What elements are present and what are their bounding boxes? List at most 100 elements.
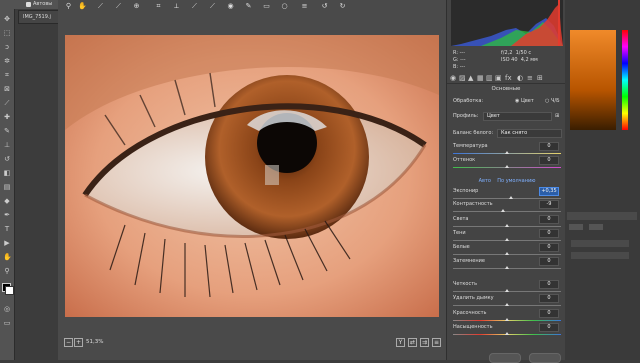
slider-thumb[interactable] <box>505 224 509 227</box>
slider-thumb[interactable] <box>500 209 505 212</box>
slider-temperature: Температура 0 <box>453 142 561 154</box>
slider-whites: Белые 0 <box>453 243 561 255</box>
adjustment-brush-icon[interactable]: ✎ <box>244 2 253 11</box>
swap-icon[interactable]: ⇄ <box>408 338 417 347</box>
graduated-filter-icon[interactable]: ▭ <box>262 2 271 11</box>
tab-snapshots-icon[interactable]: ⊞ <box>537 74 543 82</box>
slider-thumb[interactable] <box>505 318 509 321</box>
tab-presets-icon[interactable]: ≡ <box>527 74 533 82</box>
slider-label: Четкость <box>453 281 478 287</box>
slider-value[interactable]: 0 <box>539 257 559 266</box>
slider-thumb[interactable] <box>505 165 509 168</box>
slider-value[interactable]: -9 <box>539 200 559 209</box>
tab-lens-icon[interactable]: ▣ <box>495 74 502 82</box>
spot-removal-icon[interactable]: ⟋ <box>208 2 217 11</box>
brush-tool-icon[interactable]: ✎ <box>3 127 11 135</box>
zoom-in-button[interactable]: + <box>74 338 83 347</box>
zoom-level[interactable]: 51,3% <box>86 338 103 346</box>
crop-tool-icon[interactable]: ⌗ <box>3 71 11 79</box>
tab-calibration-icon[interactable]: ◐ <box>517 74 523 82</box>
tab-split-icon[interactable]: ▥ <box>486 74 493 82</box>
slider-track[interactable] <box>453 198 561 199</box>
zoom-out-button[interactable]: − <box>64 338 73 347</box>
history-brush-icon[interactable]: ↺ <box>3 155 11 163</box>
slider-dehaze: Удалить дымку 0 <box>453 294 561 306</box>
quick-mask-icon[interactable]: ◎ <box>3 305 11 313</box>
blur-tool-icon[interactable]: ◆ <box>3 197 11 205</box>
copy-settings-icon[interactable]: ⇉ <box>420 338 429 347</box>
radio-color-label: Цвет <box>520 98 534 104</box>
slider-value[interactable]: 0 <box>539 142 559 151</box>
hand-icon[interactable]: ✋ <box>78 2 87 11</box>
slider-value[interactable]: 0 <box>539 229 559 238</box>
straighten-icon[interactable]: ⟂ <box>172 2 181 11</box>
slider-thumb[interactable] <box>505 289 509 292</box>
slider-value[interactable]: 0 <box>539 323 559 332</box>
slider-thumb[interactable] <box>505 303 509 306</box>
transform-icon[interactable]: ⟋ <box>190 2 199 11</box>
white-balance-icon[interactable]: ⟋ <box>96 2 105 11</box>
tab-basic-icon[interactable]: ◉ <box>450 74 456 82</box>
tab-detail-icon[interactable]: ▲ <box>468 74 473 82</box>
color-sampler-icon[interactable]: ⟋ <box>114 2 123 11</box>
crop-icon[interactable]: ⌗ <box>154 2 163 11</box>
slider-value[interactable]: 0 <box>539 280 559 289</box>
slider-thumb[interactable] <box>505 252 509 255</box>
zoom-icon[interactable]: ⚲ <box>64 2 73 11</box>
toggle-preview-icon[interactable]: ≡ <box>432 338 441 347</box>
gradient-tool-icon[interactable]: ▤ <box>3 183 11 191</box>
default-link[interactable]: По умолчанию <box>497 178 535 184</box>
slider-thumb[interactable] <box>505 238 509 241</box>
slider-value[interactable]: 0 <box>539 156 559 165</box>
screen-mode-icon[interactable]: ▭ <box>3 319 11 327</box>
option-checkbox[interactable] <box>26 2 31 7</box>
slider-track[interactable] <box>453 211 561 212</box>
profile-dropdown[interactable]: Цвет <box>483 112 552 121</box>
red-eye-icon[interactable]: ◉ <box>226 2 235 11</box>
profile-browser-icon[interactable]: ⊞ <box>555 113 559 119</box>
rotate-cw-icon[interactable]: ↻ <box>338 2 347 11</box>
color-picker-field[interactable] <box>570 30 616 130</box>
slider-thumb[interactable] <box>505 332 509 335</box>
preferences-icon[interactable]: ≡ <box>300 2 309 11</box>
image-preview[interactable] <box>65 35 439 317</box>
hand-tool-icon[interactable]: ✋ <box>3 253 12 261</box>
frame-tool-icon[interactable]: ⊠ <box>3 85 11 93</box>
radio-color[interactable]: ◉ Цвет <box>515 98 534 104</box>
slider-thumb[interactable] <box>509 196 514 199</box>
shutter: 1/50 с <box>515 50 532 56</box>
background-color-swatch[interactable] <box>5 286 14 295</box>
tab-curve-icon[interactable]: ▨ <box>459 74 466 82</box>
lasso-tool-icon[interactable]: ↄ <box>3 43 11 51</box>
type-tool-icon[interactable]: T <box>3 225 11 233</box>
slider-value[interactable]: 0 <box>539 294 559 303</box>
path-selection-icon[interactable]: ▶ <box>3 239 11 247</box>
move-tool-icon[interactable]: ✥ <box>3 15 11 23</box>
rotate-ccw-icon[interactable]: ↺ <box>320 2 329 11</box>
radio-bw[interactable]: ○ Ч/Б <box>545 98 560 104</box>
slider-thumb[interactable] <box>505 266 509 269</box>
slider-value[interactable]: +0,35 <box>539 187 559 196</box>
tab-effects-icon[interactable]: fx <box>505 74 512 82</box>
target-adjust-icon[interactable]: ⊕ <box>132 2 141 11</box>
eraser-tool-icon[interactable]: ◧ <box>3 169 11 177</box>
auto-link[interactable]: Авто <box>479 178 491 184</box>
eyedropper-icon[interactable]: ⟋ <box>3 99 11 107</box>
magic-wand-icon[interactable]: ✲ <box>3 57 11 65</box>
radial-filter-icon[interactable]: ○ <box>280 2 289 11</box>
stamp-tool-icon[interactable]: ⊥ <box>3 141 11 149</box>
before-after-y-icon[interactable]: Y <box>396 338 405 347</box>
wb-dropdown[interactable]: Как снято <box>497 129 562 138</box>
slider-value[interactable]: 0 <box>539 309 559 318</box>
hue-slider[interactable] <box>622 30 628 130</box>
slider-value[interactable]: 0 <box>539 243 559 252</box>
pen-tool-icon[interactable]: ✒ <box>3 211 11 219</box>
ok-button[interactable] <box>529 353 561 363</box>
cancel-button[interactable] <box>489 353 521 363</box>
zoom-tool-icon[interactable]: ⚲ <box>3 267 11 275</box>
marquee-tool-icon[interactable]: ⬚ <box>3 29 11 37</box>
slider-value[interactable]: 0 <box>539 215 559 224</box>
healing-brush-icon[interactable]: ✚ <box>3 113 11 121</box>
slider-thumb[interactable] <box>505 151 509 154</box>
tab-hsl-icon[interactable]: ▦ <box>477 74 484 82</box>
